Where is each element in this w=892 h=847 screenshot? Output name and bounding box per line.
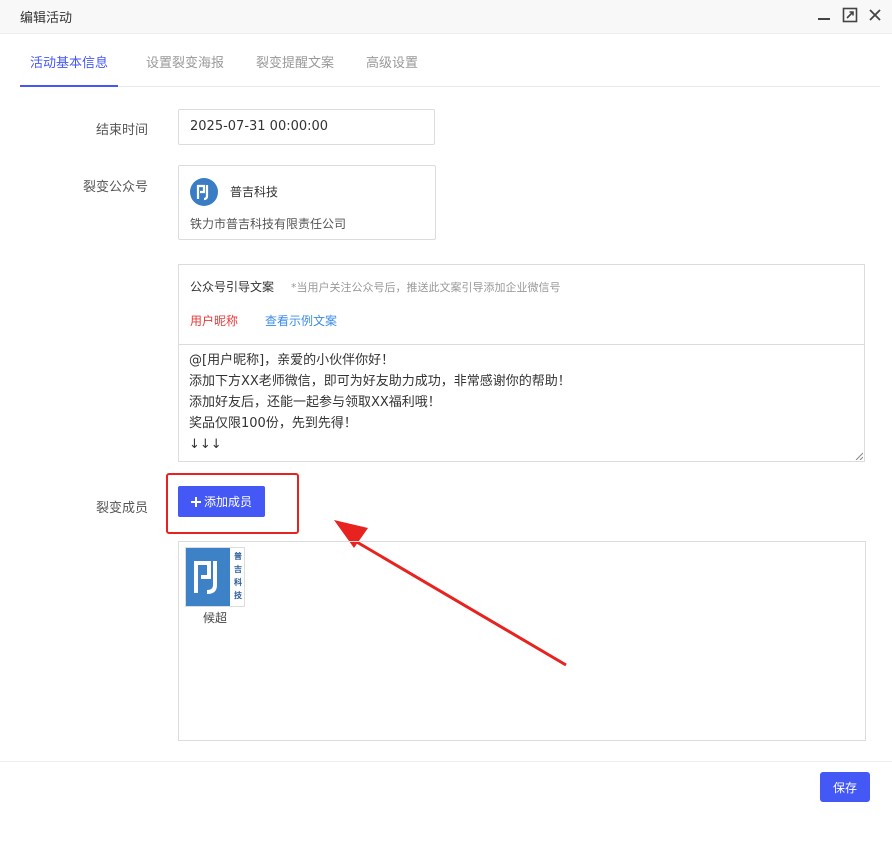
- add-member-button[interactable]: 添加成员: [178, 486, 265, 517]
- edit-activity-dialog: 编辑活动 活动基本信息 设置裂变海报 裂变提醒文案 高级设置 结束时间 2025…: [0, 0, 892, 847]
- view-example-link[interactable]: 查看示例文案: [265, 312, 337, 329]
- member-avatar-text: 普吉科技: [234, 552, 242, 600]
- guide-textarea[interactable]: @[用户昵称]，亲爱的小伙伴你好！ 添加下方XX老师微信，即可为好友助力成功，非…: [179, 345, 864, 461]
- end-time-label: 结束时间: [95, 123, 148, 138]
- guide-header: 公众号引导文案 *当用户关注公众号后，推送此文案引导添加企业微信号 用户昵称 查…: [179, 265, 864, 345]
- end-time-input[interactable]: 2025-07-31 00:00:00: [178, 109, 435, 145]
- add-member-label: 添加成员: [203, 495, 252, 509]
- account-card[interactable]: 普吉科技 铁力市普吉科技有限责任公司: [178, 165, 436, 240]
- tab-advanced[interactable]: 高级设置: [366, 34, 418, 86]
- member-name: 候超: [202, 611, 227, 625]
- member-avatar: 普吉科技: [185, 547, 245, 607]
- tab-basic-info[interactable]: 活动基本信息: [20, 34, 118, 87]
- tab-poster[interactable]: 设置裂变海报: [146, 34, 224, 86]
- members-list: 普吉科技 候超: [178, 541, 866, 741]
- dialog-footer: 保存: [0, 761, 892, 847]
- insert-nickname-tag[interactable]: 用户昵称: [190, 312, 238, 329]
- account-company: 铁力市普吉科技有限责任公司: [190, 217, 347, 231]
- maximize-icon[interactable]: [841, 6, 859, 24]
- title-bar: 编辑活动: [0, 0, 892, 34]
- save-button[interactable]: 保存: [820, 772, 870, 802]
- account-name: 普吉科技: [230, 185, 279, 199]
- account-logo-icon: [190, 178, 218, 206]
- members-label: 裂变成员: [95, 501, 148, 516]
- dialog-title: 编辑活动: [20, 11, 73, 26]
- guide-hint: *当用户关注公众号后，推送此文案引导添加企业微信号: [291, 281, 561, 294]
- plus-icon: [190, 496, 201, 507]
- guide-editor: 公众号引导文案 *当用户关注公众号后，推送此文案引导添加企业微信号 用户昵称 查…: [178, 264, 865, 462]
- tab-reminder[interactable]: 裂变提醒文案: [256, 34, 334, 86]
- tab-bar: 活动基本信息 设置裂变海报 裂变提醒文案 高级设置: [20, 34, 880, 87]
- account-label: 裂变公众号: [82, 180, 148, 195]
- guide-title: 公众号引导文案: [190, 280, 275, 294]
- close-icon[interactable]: [866, 6, 884, 24]
- resize-grip-icon[interactable]: [855, 452, 863, 460]
- minimize-icon[interactable]: [815, 6, 833, 24]
- member-logo-icon: [186, 548, 230, 606]
- member-item[interactable]: 普吉科技 候超: [185, 547, 245, 626]
